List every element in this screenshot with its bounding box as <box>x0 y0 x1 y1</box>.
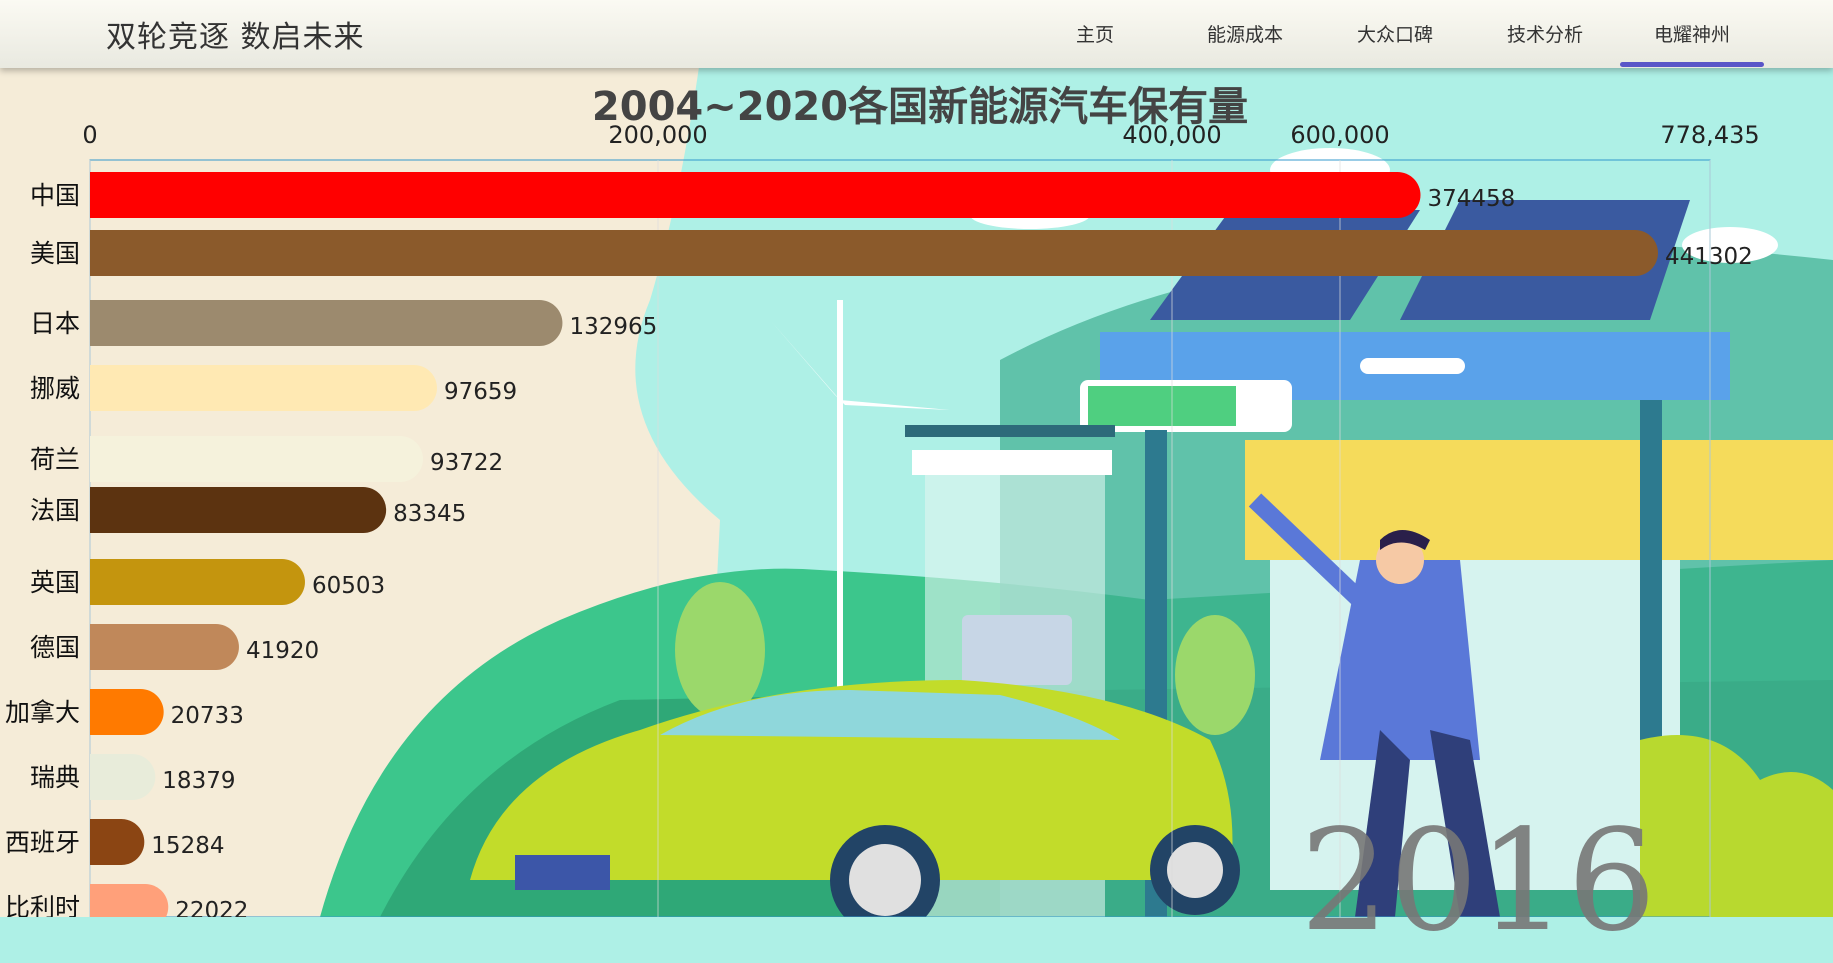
x-tick-label: 778,435 <box>1660 121 1759 149</box>
nav-home[interactable]: 主页 <box>1020 20 1170 47</box>
nav-tech-analysis[interactable]: 技术分析 <box>1470 20 1620 47</box>
bar <box>90 365 437 411</box>
bar-value-label: 18379 <box>162 768 235 794</box>
bar <box>90 819 145 865</box>
y-category-label: 法国 <box>30 496 80 525</box>
y-category-label: 英国 <box>30 568 80 597</box>
bar <box>90 230 1658 276</box>
y-category-label: 比利时 <box>5 893 80 917</box>
nav-energy-cost[interactable]: 能源成本 <box>1170 20 1320 47</box>
bar-chart: 0 200,000 400,000 600,000 778,435中国 374458美国 4… <box>5 121 1760 917</box>
nav-public-reviews[interactable]: 大众口碑 <box>1320 20 1470 47</box>
bar <box>90 436 424 482</box>
top-navbar: 双轮竞逐 数启未来 主页 能源成本 大众口碑 技术分析 电耀神州 <box>0 0 1833 68</box>
bar-value-label: 374458 <box>1427 186 1515 212</box>
bar <box>90 754 156 800</box>
year-label: 2016 <box>1300 800 1657 963</box>
bar-value-label: 41920 <box>246 638 319 664</box>
bar-value-label: 97659 <box>444 379 517 405</box>
bar <box>90 487 387 533</box>
y-category-label: 挪威 <box>30 374 80 403</box>
y-category-label: 瑞典 <box>30 763 80 792</box>
y-category-label: 西班牙 <box>5 828 80 857</box>
bar <box>90 689 164 735</box>
brand-title: 双轮竞逐 数启未来 <box>106 20 365 55</box>
bar-value-label: 22022 <box>175 898 248 917</box>
x-tick-label: 0 <box>82 121 97 149</box>
bar-value-label: 20733 <box>171 703 244 729</box>
bar-value-label: 441302 <box>1665 244 1753 270</box>
bar-value-label: 60503 <box>312 573 385 599</box>
y-category-label: 美国 <box>30 239 80 268</box>
active-tab-indicator <box>1620 62 1764 67</box>
y-category-label: 日本 <box>30 309 80 338</box>
bar <box>90 172 1421 218</box>
x-tick-label: 600,000 <box>1290 121 1389 149</box>
bar-value-label: 83345 <box>393 501 466 527</box>
y-category-label: 荷兰 <box>30 445 80 474</box>
bar-value-label: 15284 <box>151 833 224 859</box>
y-category-label: 中国 <box>30 181 80 210</box>
bar-value-label: 93722 <box>430 450 503 476</box>
y-category-label: 加拿大 <box>5 698 80 727</box>
nav-china-ev[interactable]: 电耀神州 <box>1617 20 1767 47</box>
bar <box>90 624 239 670</box>
bar <box>90 300 563 346</box>
bar <box>90 884 169 917</box>
bar <box>90 559 305 605</box>
y-category-label: 德国 <box>30 633 80 662</box>
bar-value-label: 132965 <box>569 314 657 340</box>
chart-title: 2004~2020各国新能源汽车保有量 <box>591 84 1249 130</box>
